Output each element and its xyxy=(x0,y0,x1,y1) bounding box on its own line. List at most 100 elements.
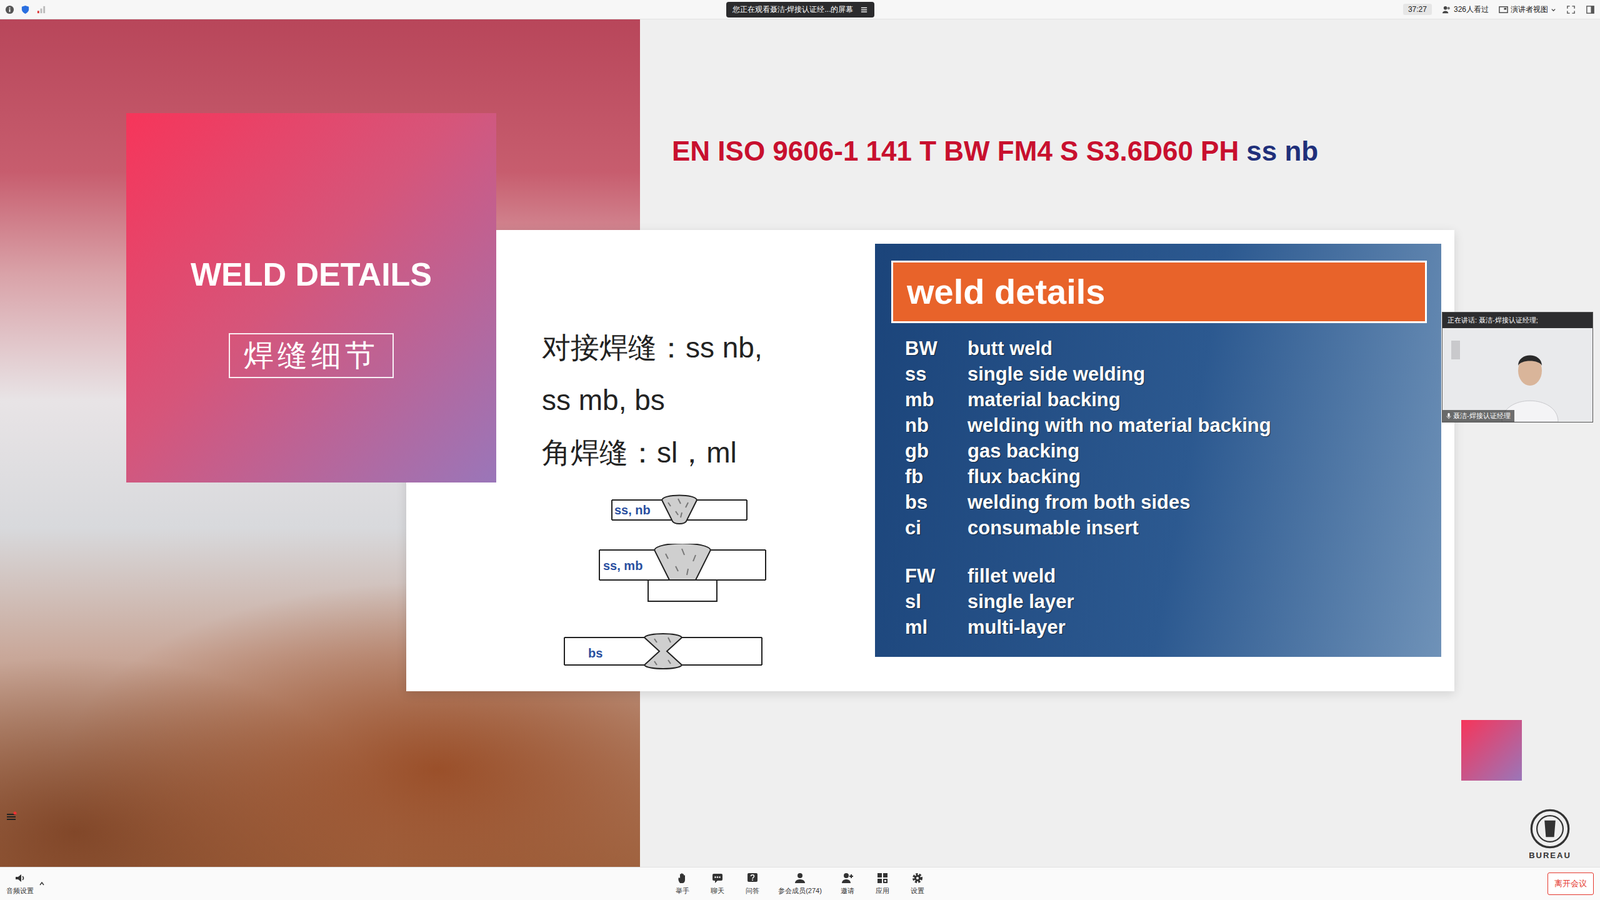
legend-meaning: material backing xyxy=(967,388,1121,412)
meeting-window: 您正在观看聂洁-焊接认证经...的屏幕 37:27 326人看过 演讲者视图 WE… xyxy=(0,0,1600,900)
legend-code: bs xyxy=(891,491,968,514)
speaker-person-icon xyxy=(1442,328,1593,422)
toolbar-button[interactable]: 举手 xyxy=(673,871,692,896)
layout-icon xyxy=(1498,5,1509,15)
legend-code: gb xyxy=(891,440,968,463)
viewer-count[interactable]: 326人看过 xyxy=(1441,4,1489,15)
legend-meaning: consumable insert xyxy=(967,516,1139,540)
members-icon xyxy=(793,871,807,885)
menu-icon[interactable] xyxy=(860,5,869,14)
legend-meaning: flux backing xyxy=(967,465,1081,489)
legend-code: ml xyxy=(891,616,968,639)
section-title: WELD DETAILS xyxy=(190,255,432,294)
caret-up-icon[interactable] xyxy=(38,880,45,887)
microphone-icon xyxy=(1446,412,1452,420)
weld-diagram: ss, nb xyxy=(610,493,749,527)
legend-row: BWbutt weld xyxy=(891,335,1427,362)
shared-screen: WELD DETAILS 焊缝细节 EN ISO 9606-1 141 T BW F… xyxy=(0,19,1600,867)
legend-group: BWbutt weldsssingle side weldingmbmateri… xyxy=(891,335,1427,541)
legend-meaning: multi-layer xyxy=(967,616,1066,639)
speaking-indicator: 正在讲话: 聂洁-焊接认证经理; xyxy=(1442,312,1593,329)
legend-code: nb xyxy=(891,414,968,437)
butt-weld-both-sides-icon: bs xyxy=(563,632,764,670)
speaker-video-tile[interactable]: 正在讲话: 聂洁-焊接认证经理; 聂洁-焊接认证经理 xyxy=(1441,311,1594,423)
fullscreen-icon[interactable] xyxy=(1566,5,1576,15)
weld-diagram: bs xyxy=(563,632,764,670)
legend-meaning: single layer xyxy=(967,590,1075,614)
legend-meaning: butt weld xyxy=(967,337,1053,360)
chat-icon xyxy=(711,871,724,885)
section-subtitle: 焊缝细节 xyxy=(228,333,394,379)
invite-icon xyxy=(841,871,854,885)
legend-row: ciconsumable insert xyxy=(891,515,1427,541)
audio-settings-button[interactable]: 音频设置 xyxy=(6,871,34,896)
legend-row: slsingle layer xyxy=(891,588,1427,615)
designation-code: EN ISO 9606-1 141 T BW FM4 S S3.6D60 PH xyxy=(671,135,1239,167)
legend-row: fbflux backing xyxy=(891,463,1427,490)
legend-code: ss xyxy=(891,363,968,386)
signal-icon[interactable] xyxy=(36,5,46,15)
legend-meaning: gas backing xyxy=(967,440,1080,463)
top-bar: 您正在观看聂洁-焊接认证经...的屏幕 37:27 326人看过 演讲者视图 xyxy=(0,0,1600,20)
view-mode-dropdown[interactable]: 演讲者视图 xyxy=(1498,4,1557,15)
logo-text: BUREAU xyxy=(1528,850,1572,860)
toolbar-button[interactable]: 参会成员(274) xyxy=(778,871,822,896)
legend-code: sl xyxy=(891,590,968,614)
explanation-line: ss mb, bs xyxy=(541,373,665,427)
weld-details-legend: weld detailsBWbutt weldsssingle side wel… xyxy=(875,243,1442,657)
legend-row: FWfillet weld xyxy=(891,563,1427,589)
legend-title: weld details xyxy=(891,260,1427,324)
explanation-line: 角焊缝：sl，ml xyxy=(541,426,737,479)
svg-text:bs: bs xyxy=(588,646,603,660)
legend-code: fb xyxy=(891,465,968,489)
legend-group: FWfillet weldslsingle layermlmulti-layer xyxy=(891,563,1427,640)
hand-icon xyxy=(676,871,689,885)
designation-title: EN ISO 9606-1 141 T BW FM4 S S3.6D60 PHs… xyxy=(671,135,1319,167)
settings-icon xyxy=(911,871,924,885)
meeting-toolbar: 音频设置 举手聊天问答参会成员(274) 邀请应用设置 离开会议 xyxy=(0,866,1600,900)
legend-row: mbmaterial backing xyxy=(891,386,1427,413)
legend-meaning: welding with no material backing xyxy=(967,414,1272,437)
meeting-timer: 37:27 xyxy=(1403,3,1432,15)
legend-code: mb xyxy=(891,388,968,412)
info-icon[interactable] xyxy=(5,5,15,15)
svg-text:ss, nb: ss, nb xyxy=(614,503,651,517)
legend-code: BW xyxy=(891,337,968,360)
people-icon xyxy=(1441,5,1452,15)
list-icon[interactable] xyxy=(5,810,18,824)
explanation-line: 对接焊缝：ss nb, xyxy=(541,321,763,374)
sharing-banner[interactable]: 您正在观看聂洁-焊接认证经...的屏幕 xyxy=(726,1,875,18)
toolbar-button[interactable]: 邀请 xyxy=(838,871,857,896)
content-panel: 对接焊缝：ss nb,ss mb, bs角焊缝：sl，ml ss, nb ss, m… xyxy=(406,230,1455,692)
shield-icon[interactable] xyxy=(20,5,30,15)
butt-weld-no-backing-icon: ss, nb xyxy=(610,493,749,527)
toolbar-button[interactable]: 聊天 xyxy=(708,871,727,896)
legend-row: bswelding from both sides xyxy=(891,489,1427,515)
apps-icon xyxy=(876,871,889,885)
leave-meeting-button[interactable]: 离开会议 xyxy=(1547,872,1594,895)
bureau-veritas-logo: BUREAU xyxy=(1525,808,1575,860)
legend-row: mlmulti-layer xyxy=(891,614,1427,640)
legend-meaning: fillet weld xyxy=(967,565,1056,588)
caret-icon xyxy=(1550,6,1557,13)
qa-icon xyxy=(746,871,759,885)
seal-icon xyxy=(1529,808,1571,850)
speaker-icon xyxy=(13,871,27,885)
legend-row: sssingle side welding xyxy=(891,361,1427,387)
speaker-video: 聂洁-焊接认证经理 xyxy=(1442,328,1593,422)
sidebar-icon[interactable] xyxy=(1585,5,1595,15)
banner-text: 您正在观看聂洁-焊接认证经...的屏幕 xyxy=(732,4,854,15)
speaker-name: 聂洁-焊接认证经理 xyxy=(1442,410,1515,422)
toolbar-button[interactable]: 问答 xyxy=(743,871,762,896)
toolbar-button[interactable]: 设置 xyxy=(908,871,927,896)
butt-weld-material-backing-icon: ss, mb xyxy=(598,543,767,604)
section-card: WELD DETAILS 焊缝细节 xyxy=(126,113,497,483)
accent-square xyxy=(1461,720,1522,781)
legend-meaning: single side welding xyxy=(967,363,1145,386)
legend-row: gbgas backing xyxy=(891,438,1427,464)
weld-diagram: ss, mb xyxy=(598,543,767,604)
svg-text:ss, mb: ss, mb xyxy=(603,558,643,573)
designation-highlight: ss nb xyxy=(1246,135,1319,167)
toolbar-button[interactable]: 应用 xyxy=(873,871,892,896)
legend-row: nbwelding with no material backing xyxy=(891,412,1427,439)
